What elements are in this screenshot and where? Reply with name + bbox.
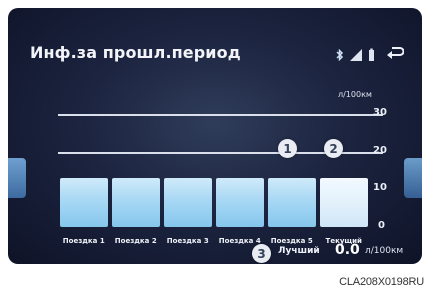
callout-1: 1 (278, 139, 297, 158)
y-tick-label: 20 (373, 144, 387, 156)
back-arrow-icon[interactable] (387, 45, 405, 59)
battery-icon (368, 46, 375, 61)
bar-2 (112, 178, 160, 227)
y-tick-label: 30 (373, 107, 387, 118)
unit-label: л/100км (338, 90, 372, 99)
y-tick-label: 0 (378, 220, 385, 231)
bar-4 (216, 178, 264, 227)
right-scroll-handle[interactable] (404, 158, 422, 198)
bar-5 (268, 178, 316, 227)
left-scroll-handle[interactable] (8, 158, 26, 198)
category-label: Поездка 1 (62, 237, 105, 245)
bluetooth-icon (335, 46, 344, 62)
category-label: Поездка 5 (270, 237, 313, 245)
category-label: Поездка 3 (166, 237, 209, 245)
page-title: Инф.за прошл.период (30, 43, 241, 62)
callout-2: 2 (324, 139, 343, 158)
category-label: Поездка 2 (114, 237, 157, 245)
best-value: 0.0 (335, 242, 360, 258)
bar-3 (164, 178, 212, 227)
fuel-consumption-screen: Инф.за прошл.период л/100км 30 20 10 0 Поез… (8, 8, 422, 264)
gridline (58, 114, 383, 116)
status-bar (335, 42, 405, 62)
y-tick-label: 10 (373, 182, 387, 194)
best-unit: л/100км (365, 246, 404, 256)
category-label: Поездка 4 (218, 237, 261, 245)
best-label: Лучший (278, 246, 320, 256)
callout-3: 3 (252, 244, 271, 263)
bar-6 (320, 178, 368, 227)
image-code: CLA208X0198RU (339, 276, 424, 288)
signal-icon (350, 46, 362, 61)
bar-1 (60, 178, 108, 227)
